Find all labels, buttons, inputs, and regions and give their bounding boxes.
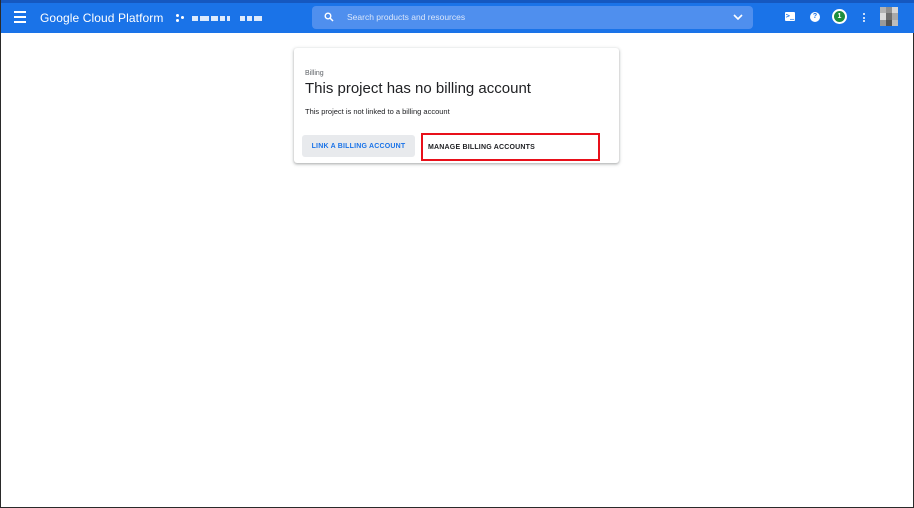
help-icon[interactable]: ?	[810, 12, 820, 22]
page-title: This project has no billing account	[305, 80, 531, 97]
project-name-redacted	[192, 15, 262, 21]
project-selector[interactable]	[176, 10, 262, 26]
app-title[interactable]: Google Cloud Platform	[40, 11, 164, 25]
card-overline: Billing	[305, 70, 324, 77]
manage-billing-accounts-button[interactable]: MANAGE BILLING ACCOUNTS	[421, 133, 600, 161]
search-bar[interactable]: Search products and resources	[312, 6, 753, 29]
card-description: This project is not linked to a billing …	[305, 107, 450, 116]
search-input[interactable]: Search products and resources	[347, 11, 465, 23]
project-icon	[176, 13, 186, 23]
menu-icon[interactable]	[14, 11, 27, 23]
chevron-down-icon[interactable]	[733, 13, 743, 21]
top-app-bar: Google Cloud Platform Search products an…	[1, 0, 914, 33]
terminal-icon[interactable]: >_	[785, 12, 795, 21]
avatar[interactable]	[880, 7, 898, 26]
billing-card: Billing This project has no billing acco…	[294, 48, 619, 163]
notification-badge[interactable]: 1	[832, 9, 847, 24]
page-frame: Google Cloud Platform Search products an…	[0, 0, 914, 508]
more-vert-icon[interactable]	[862, 12, 866, 23]
search-icon	[324, 12, 334, 22]
link-billing-account-button[interactable]: LINK A BILLING ACCOUNT	[302, 135, 415, 157]
